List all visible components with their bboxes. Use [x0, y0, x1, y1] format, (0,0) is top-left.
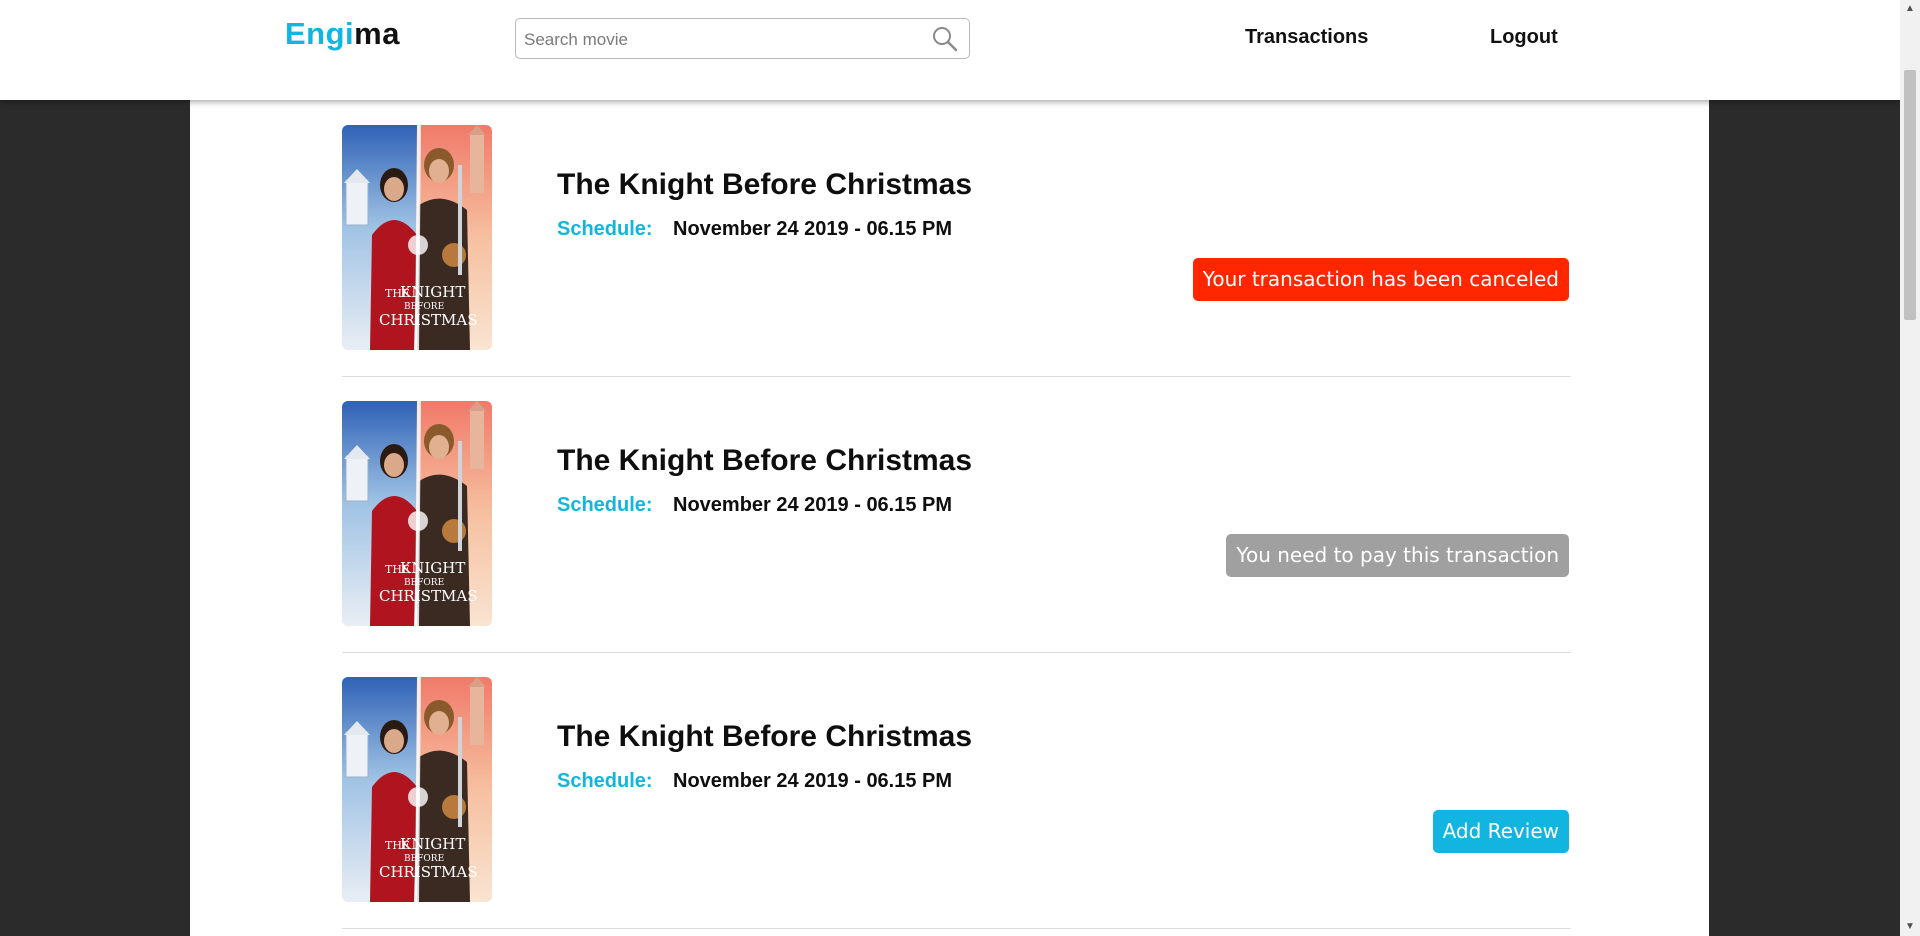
- status-badge-pending[interactable]: You need to pay this transaction: [1226, 534, 1569, 577]
- schedule-value: November 24 2019 - 06.15 PM: [673, 218, 953, 240]
- scroll-down-arrow-icon[interactable]: ▼: [1900, 918, 1920, 936]
- poster-title-line4: CHRISTMAS: [379, 311, 478, 329]
- transaction-row: THE KNIGHT BEFORE CHRISTMAS The Knight B…: [342, 376, 1571, 653]
- movie-title[interactable]: The Knight Before Christmas: [557, 720, 972, 754]
- movie-poster: THE KNIGHT BEFORE CHRISTMAS: [342, 401, 492, 626]
- add-review-button[interactable]: Add Review: [1432, 810, 1569, 853]
- search-icon[interactable]: [931, 25, 959, 53]
- schedule-label: Schedule:: [557, 494, 653, 516]
- movie-title[interactable]: The Knight Before Christmas: [557, 168, 972, 202]
- movie-title[interactable]: The Knight Before Christmas: [557, 444, 972, 478]
- logo-part-engi: Engi: [285, 16, 355, 51]
- logo-part-ma: ma: [354, 16, 400, 51]
- movie-poster: THE KNIGHT BEFORE CHRISTMAS: [342, 125, 492, 350]
- scrollbar-thumb[interactable]: [1904, 70, 1916, 320]
- poster-title-line4: CHRISTMAS: [379, 587, 478, 605]
- transactions-list: THE KNIGHT BEFORE CHRISTMAS The Knight B…: [190, 100, 1709, 936]
- status-badge-canceled: Your transaction has been canceled: [1192, 258, 1569, 301]
- schedule-label: Schedule:: [557, 770, 653, 792]
- poster-title-line2: KNIGHT: [400, 835, 465, 853]
- schedule-value: November 24 2019 - 06.15 PM: [673, 770, 953, 792]
- vertical-scrollbar[interactable]: ▲ ▼: [1900, 0, 1920, 936]
- nav-transactions-link[interactable]: Transactions: [1245, 26, 1368, 49]
- search-input[interactable]: [522, 19, 926, 60]
- transaction-row: THE KNIGHT BEFORE CHRISTMAS The Knight B…: [342, 652, 1571, 929]
- poster-title-line4: CHRISTMAS: [379, 863, 478, 881]
- schedule-value: November 24 2019 - 06.15 PM: [673, 494, 953, 516]
- nav-logout-link[interactable]: Logout: [1490, 26, 1558, 49]
- search-box: [515, 18, 970, 60]
- scroll-up-arrow-icon[interactable]: ▲: [1900, 0, 1920, 18]
- poster-title-line2: KNIGHT: [400, 283, 465, 301]
- schedule-label: Schedule:: [557, 218, 653, 240]
- top-navbar: Engima Transactions Logout: [0, 0, 1900, 100]
- poster-title-line2: KNIGHT: [400, 559, 465, 577]
- movie-poster: THE KNIGHT BEFORE CHRISTMAS: [342, 677, 492, 902]
- logo[interactable]: Engima: [285, 16, 400, 52]
- transaction-row: THE KNIGHT BEFORE CHRISTMAS The Knight B…: [342, 100, 1571, 377]
